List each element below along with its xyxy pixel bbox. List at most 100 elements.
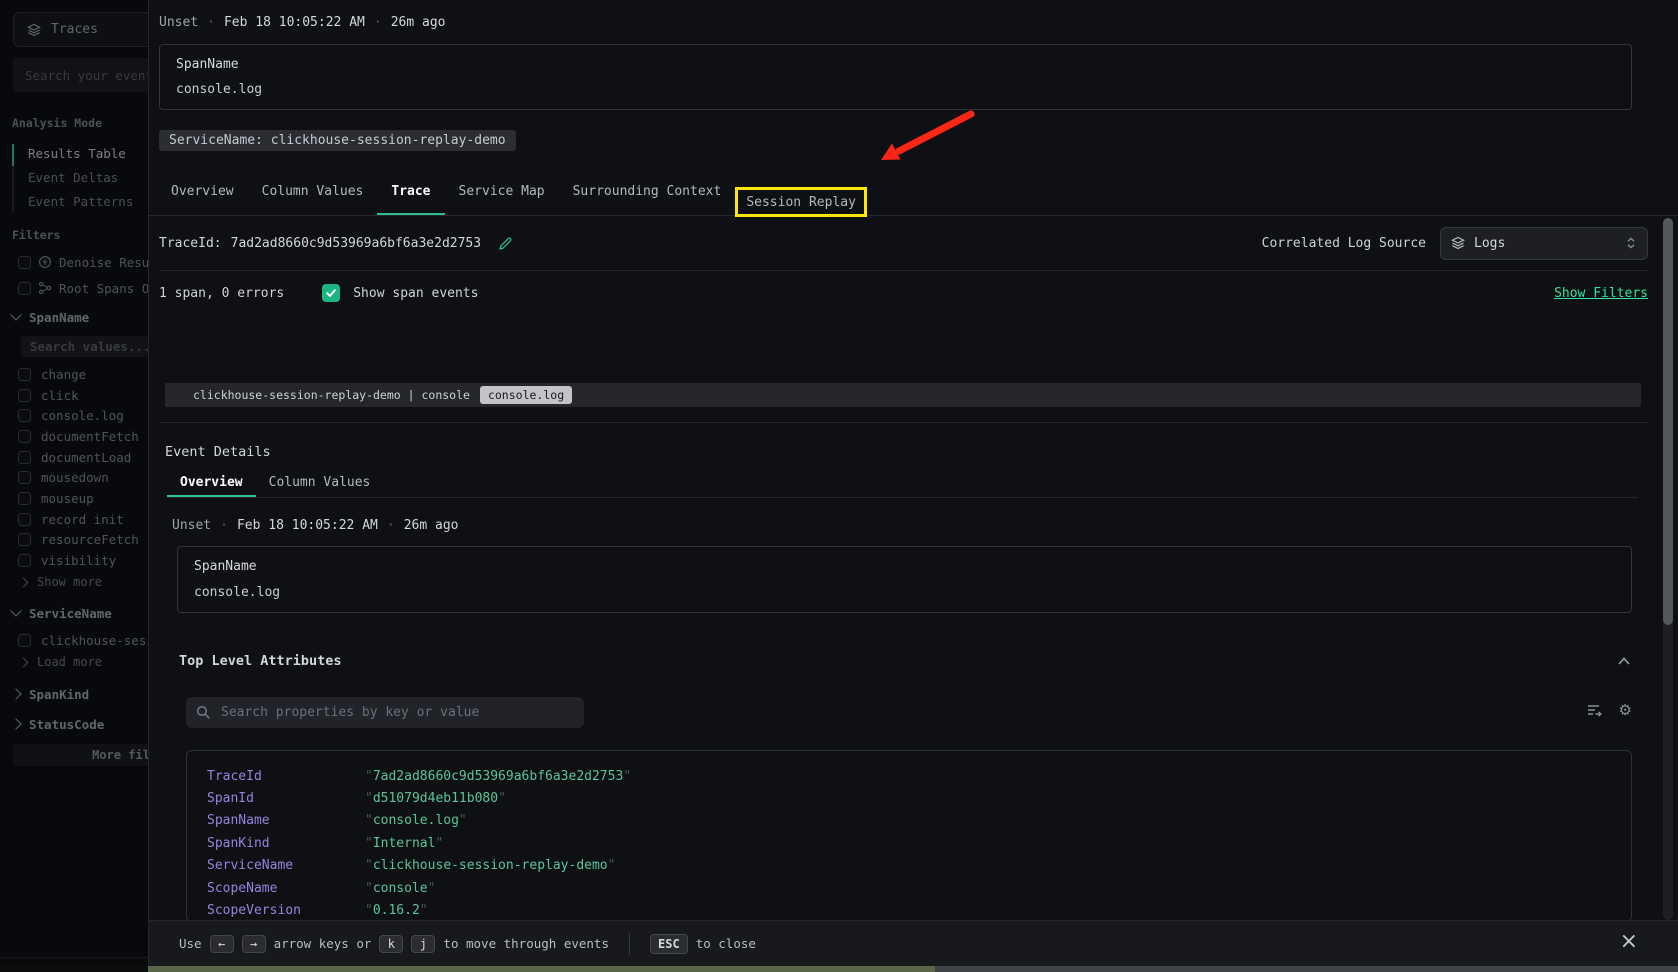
span-card-value: console.log <box>194 585 1615 600</box>
spanname-values-search-input[interactable] <box>21 336 148 357</box>
list-item[interactable]: mouseup <box>18 488 148 509</box>
value-label: click <box>41 388 79 403</box>
value-checkbox[interactable] <box>18 533 31 546</box>
attr-key: SpanId <box>207 791 365 806</box>
list-item[interactable]: change <box>18 364 148 385</box>
value-checkbox[interactable] <box>18 492 31 505</box>
trace-waterfall-row[interactable]: clickhouse-session-replay-demo | console… <box>165 383 1641 407</box>
value-checkbox[interactable] <box>18 471 31 484</box>
detail-tabs: Overview Column Values Trace Service Map… <box>149 168 1678 216</box>
panel-scrollbar[interactable] <box>1663 218 1673 920</box>
span-card-label: SpanName <box>176 57 1615 72</box>
filters-label: Filters <box>12 228 60 242</box>
span-name-card: SpanName console.log <box>159 44 1632 110</box>
tab-event-column-values[interactable]: Column Values <box>256 468 384 497</box>
denoise-results-toggle[interactable]: Denoise Results <box>18 252 148 272</box>
table-row[interactable]: SpanKind Internal <box>207 832 1631 854</box>
relative-time: 26m ago <box>391 15 446 30</box>
left-arrow-key: ← <box>210 935 234 953</box>
esc-key: ESC <box>650 934 688 954</box>
list-item[interactable]: mousedown <box>18 467 148 488</box>
k-key: k <box>379 935 403 953</box>
value-checkbox[interactable] <box>18 634 31 647</box>
list-item[interactable]: click <box>18 385 148 406</box>
root-spans-toggle[interactable]: Root Spans Only <box>18 278 148 298</box>
table-row[interactable]: SpanId d51079d4eb11b080 <box>207 787 1631 809</box>
list-item[interactable]: visibility <box>18 550 148 571</box>
list-item[interactable]: documentLoad <box>18 447 148 468</box>
span-card-label: SpanName <box>194 559 1615 574</box>
value-checkbox[interactable] <box>18 389 31 402</box>
list-item[interactable]: record init <box>18 509 148 530</box>
attributes-actions: ⚙ <box>1586 702 1632 718</box>
footer-bar: Use ← → arrow keys or k j to move throug… <box>149 920 1678 966</box>
table-row[interactable]: ScopeName console <box>207 877 1631 899</box>
list-item[interactable]: resourceFetch <box>18 530 148 551</box>
sort-lines-icon[interactable] <box>1586 702 1603 718</box>
properties-search <box>186 697 584 728</box>
divider <box>159 422 1648 423</box>
mode-item-results-table[interactable]: Results Table <box>28 142 148 166</box>
mode-active-indicator <box>12 144 14 166</box>
root-spans-label: Root Spans Only <box>59 281 148 296</box>
value-checkbox[interactable] <box>18 451 31 464</box>
more-filters-button[interactable]: More filters <box>13 744 148 766</box>
value-checkbox[interactable] <box>18 368 31 381</box>
edit-pencil-icon[interactable] <box>498 236 513 251</box>
root-spans-checkbox[interactable] <box>18 282 31 295</box>
span-card-value: console.log <box>176 82 1615 97</box>
gear-icon[interactable]: ⚙ <box>1619 702 1632 718</box>
event-details-timestamp-line: Unset · Feb 18 10:05:22 AM · 26m ago <box>172 518 458 533</box>
value-label: console.log <box>41 408 124 423</box>
traces-nav-button[interactable]: Traces <box>13 12 148 47</box>
spanname-section-header[interactable]: SpanName <box>12 308 89 326</box>
chevron-up-icon[interactable] <box>1616 655 1632 667</box>
mode-item-event-patterns[interactable]: Event Patterns <box>28 190 148 214</box>
session-replay-highlight-box: Session Replay <box>735 187 867 217</box>
traces-app: Traces Analysis Mode Results Table Event… <box>0 0 1678 972</box>
bottom-strip-sidebar <box>0 966 148 972</box>
servicename-load-more[interactable]: Load more <box>20 654 102 670</box>
tab-session-replay[interactable]: Session Replay <box>738 190 864 214</box>
list-item[interactable]: documentFetch <box>18 426 148 447</box>
servicename-section-header[interactable]: ServiceName <box>12 604 112 622</box>
show-span-events-label[interactable]: Show span events <box>353 286 478 301</box>
table-row[interactable]: ScopeVersion 0.16.2 <box>207 899 1631 921</box>
tab-column-values[interactable]: Column Values <box>248 168 378 215</box>
table-row[interactable]: TraceId 7ad2ad8660c9d53969a6bf6a3e2d2753 <box>207 765 1631 787</box>
sidebar-search-input[interactable] <box>13 58 148 92</box>
value-checkbox[interactable] <box>18 409 31 422</box>
value-label: visibility <box>41 553 116 568</box>
show-filters-link[interactable]: Show Filters <box>1554 286 1648 301</box>
tab-surrounding-context[interactable]: Surrounding Context <box>559 168 736 215</box>
statuscode-section-header[interactable]: StatusCode <box>12 715 104 733</box>
attr-key: ServiceName <box>207 858 365 873</box>
top-level-attributes-header[interactable]: Top Level Attributes <box>179 650 1632 672</box>
separator: · <box>207 15 215 30</box>
show-span-events-checkbox[interactable] <box>322 284 340 302</box>
value-checkbox[interactable] <box>18 554 31 567</box>
tab-overview[interactable]: Overview <box>157 168 248 215</box>
properties-search-input[interactable] <box>219 704 574 721</box>
attr-value: 0.16.2 <box>365 903 428 918</box>
spanname-show-more[interactable]: Show more <box>20 574 102 590</box>
log-source-select[interactable]: Logs <box>1440 227 1648 260</box>
value-checkbox[interactable] <box>18 430 31 443</box>
spankind-section-header[interactable]: SpanKind <box>12 685 89 703</box>
mode-group-line <box>12 144 14 212</box>
service-name-badge[interactable]: ServiceName: clickhouse-session-replay-d… <box>159 130 516 151</box>
tab-trace[interactable]: Trace <box>377 168 444 215</box>
scrollbar-thumb[interactable] <box>1663 218 1673 625</box>
table-row[interactable]: ServiceName clickhouse-session-replay-de… <box>207 855 1631 877</box>
waterfall-selected-span-chip[interactable]: console.log <box>480 386 572 404</box>
load-more-label: Load more <box>37 655 102 669</box>
value-checkbox[interactable] <box>18 513 31 526</box>
list-item[interactable]: console.log <box>18 405 148 426</box>
tab-event-overview[interactable]: Overview <box>167 468 256 497</box>
tab-service-map[interactable]: Service Map <box>445 168 559 215</box>
mode-item-event-deltas[interactable]: Event Deltas <box>28 166 148 190</box>
denoise-checkbox[interactable] <box>18 256 31 269</box>
table-row[interactable]: SpanName console.log <box>207 810 1631 832</box>
servicename-value-item[interactable]: clickhouse-sessi <box>18 630 148 651</box>
close-icon[interactable]: × <box>1620 929 1638 954</box>
